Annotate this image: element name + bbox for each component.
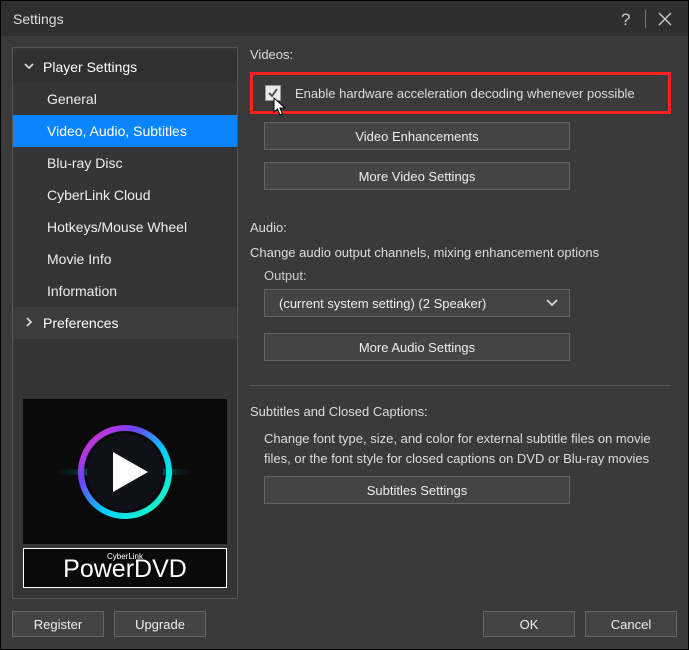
titlebar-divider [645, 10, 646, 28]
settings-tree: Player Settings General Video, Audio, Su… [13, 48, 237, 342]
chevron-down-icon [23, 59, 35, 75]
tree-item-hotkeys-mouse-wheel[interactable]: Hotkeys/Mouse Wheel [13, 211, 237, 243]
window-controls: ? [615, 8, 676, 30]
tree-item-information[interactable]: Information [13, 275, 237, 307]
main-area: Player Settings General Video, Audio, Su… [1, 36, 688, 599]
tree-item-label: Video, Audio, Subtitles [47, 123, 187, 139]
title-bar: Settings ? [1, 1, 688, 36]
button-label: OK [520, 617, 539, 632]
brand-name-box: CyberLink PowerDVD [23, 548, 227, 588]
button-label: More Audio Settings [359, 340, 475, 355]
tree-item-label: General [47, 91, 97, 107]
button-label: Video Enhancements [355, 129, 478, 144]
videos-heading: Videos: [250, 47, 671, 62]
subtitles-description: Change font type, size, and color for ex… [264, 429, 671, 468]
brand-zone: CyberLink PowerDVD [13, 391, 237, 598]
button-label: Upgrade [135, 617, 185, 632]
brand-product: PowerDVD [63, 555, 187, 584]
tree-item-cyberlink-cloud[interactable]: CyberLink Cloud [13, 179, 237, 211]
svg-text:?: ? [621, 10, 630, 28]
chevron-down-icon [545, 298, 559, 308]
hw-accel-label: Enable hardware acceleration decoding wh… [295, 86, 635, 101]
section-divider [250, 385, 671, 386]
subtitles-settings-button[interactable]: Subtitles Settings [264, 476, 570, 504]
ok-button[interactable]: OK [483, 611, 575, 637]
close-button[interactable] [654, 8, 676, 30]
video-enhancements-button[interactable]: Video Enhancements [264, 122, 570, 150]
hw-accel-highlight: Enable hardware acceleration decoding wh… [250, 72, 671, 114]
hw-accel-checkbox[interactable] [265, 85, 281, 101]
brand-logo [23, 399, 227, 544]
settings-content: Videos: Enable hardware acceleration dec… [250, 47, 677, 599]
tree-item-video-audio-subtitles[interactable]: Video, Audio, Subtitles [13, 115, 237, 147]
tree-item-general[interactable]: General [13, 83, 237, 115]
subtitles-heading: Subtitles and Closed Captions: [250, 404, 671, 419]
audio-heading: Audio: [250, 220, 671, 235]
audio-output-select[interactable]: (current system setting) (2 Speaker) [264, 289, 570, 317]
button-label: Register [34, 617, 82, 632]
cancel-button[interactable]: Cancel [585, 611, 677, 637]
tree-item-label: Movie Info [47, 251, 112, 267]
footer-bar: Register Upgrade OK Cancel [1, 599, 688, 649]
button-label: Subtitles Settings [367, 483, 467, 498]
output-label: Output: [264, 268, 671, 283]
tree-group-label: Preferences [43, 315, 118, 331]
tree-group-preferences[interactable]: Preferences [13, 307, 237, 339]
tree-item-label: Information [47, 283, 117, 299]
tree-item-label: CyberLink Cloud [47, 187, 151, 203]
register-button[interactable]: Register [12, 611, 104, 637]
select-value: (current system setting) (2 Speaker) [279, 296, 486, 311]
tree-item-label: Hotkeys/Mouse Wheel [47, 219, 187, 235]
window-title: Settings [13, 11, 64, 27]
button-label: Cancel [611, 617, 651, 632]
help-button[interactable]: ? [615, 8, 637, 30]
more-video-settings-button[interactable]: More Video Settings [264, 162, 570, 190]
tree-item-movie-info[interactable]: Movie Info [13, 243, 237, 275]
audio-description: Change audio output channels, mixing enh… [250, 245, 671, 260]
tree-item-label: Blu-ray Disc [47, 155, 122, 171]
upgrade-button[interactable]: Upgrade [114, 611, 206, 637]
tree-group-label: Player Settings [43, 59, 137, 75]
button-label: More Video Settings [359, 169, 476, 184]
sidebar: Player Settings General Video, Audio, Su… [12, 47, 238, 599]
tree-group-player-settings[interactable]: Player Settings [13, 51, 237, 83]
more-audio-settings-button[interactable]: More Audio Settings [264, 333, 570, 361]
tree-item-bluray-disc[interactable]: Blu-ray Disc [13, 147, 237, 179]
chevron-right-icon [23, 315, 35, 331]
